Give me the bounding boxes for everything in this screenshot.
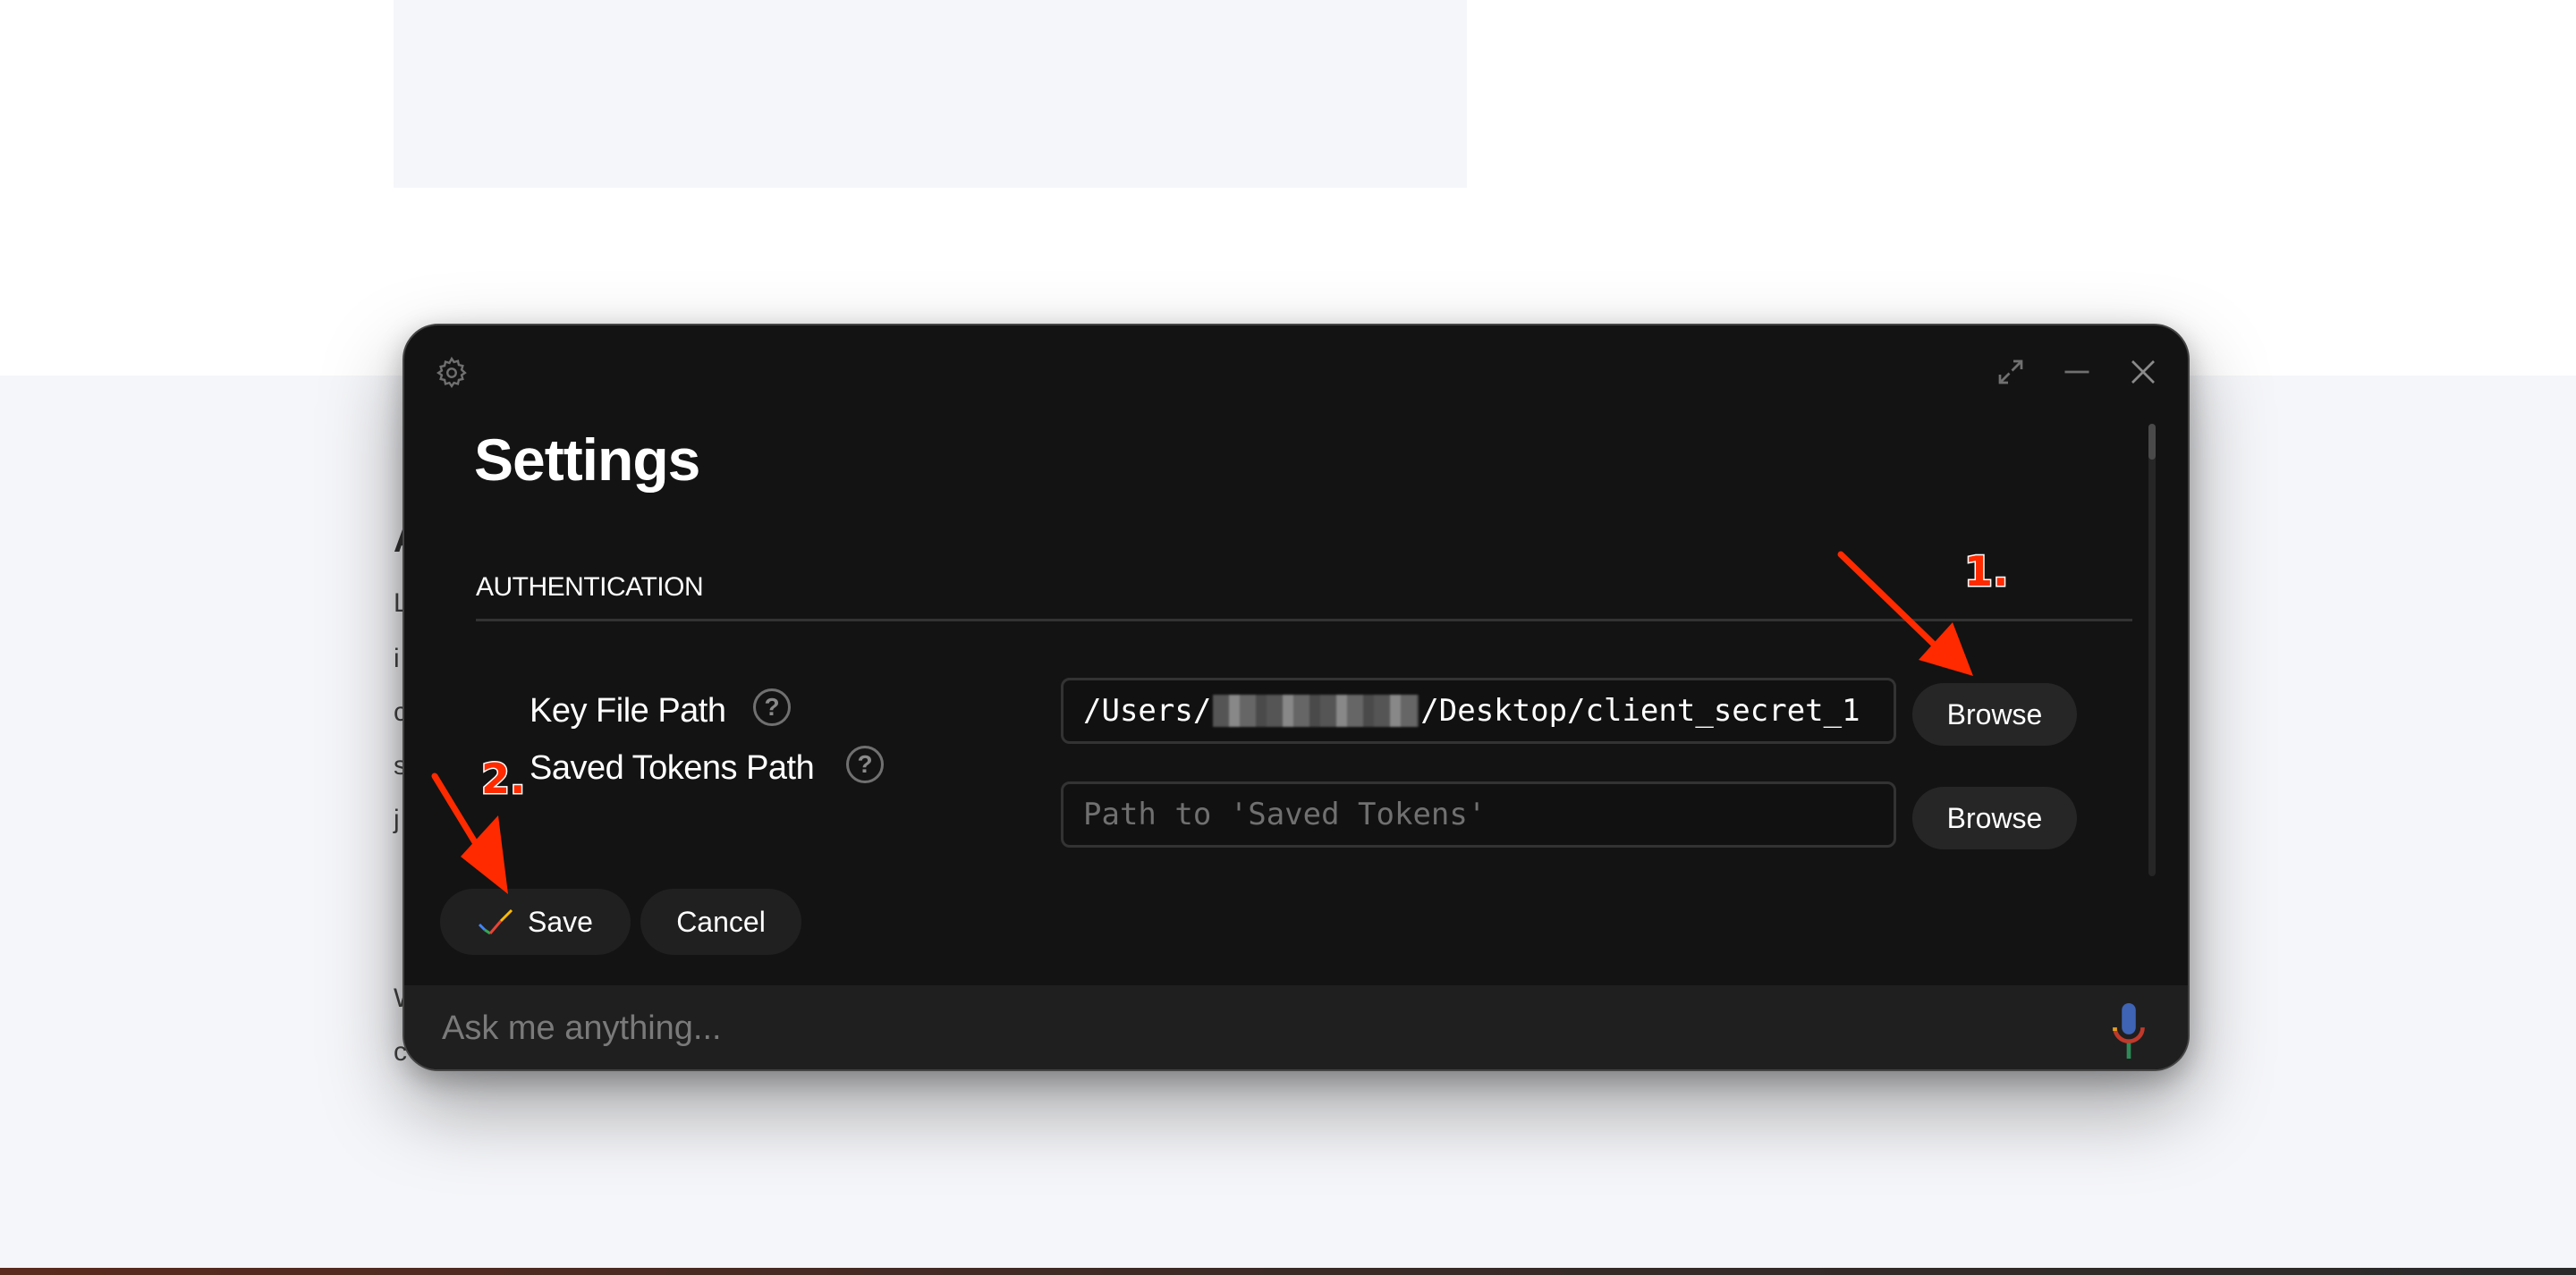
annotation-number-1: 1. [1962, 546, 2010, 597]
section-title: AUTHENTICATION [476, 572, 704, 602]
saved-tokens-placeholder: Path to 'Saved Tokens' [1083, 797, 1487, 832]
redacted-username [1213, 695, 1419, 727]
background-letter: j [394, 805, 400, 834]
scrollbar[interactable] [2148, 424, 2156, 876]
path-suffix: /Desktop/client_secret_1 [1420, 693, 1860, 729]
expand-icon[interactable] [1995, 356, 2027, 388]
key-file-path-input[interactable]: /Users/ /Desktop/client_secret_1 [1061, 678, 1896, 744]
saved-tokens-path-label: Saved Tokens Path [530, 749, 815, 787]
gear-icon[interactable] [435, 356, 469, 390]
save-label: Save [528, 905, 593, 938]
annotation-number-2: 2. [479, 754, 527, 805]
save-button[interactable]: Save [440, 889, 631, 955]
help-glyph: ? [764, 693, 780, 721]
saved-tokens-path-input[interactable]: Path to 'Saved Tokens' [1061, 781, 1896, 848]
microphone-icon[interactable] [2107, 1001, 2150, 1060]
path-prefix: /Users/ [1083, 693, 1212, 729]
scrollbar-thumb[interactable] [2148, 424, 2156, 460]
dialog-title: Settings [474, 426, 700, 493]
background-content-block [394, 0, 1467, 188]
key-file-path-label: Key File Path [530, 692, 726, 730]
cancel-button[interactable]: Cancel [640, 889, 801, 955]
close-icon[interactable] [2127, 356, 2159, 388]
minimize-icon[interactable] [2061, 356, 2093, 388]
help-icon[interactable]: ? [846, 746, 884, 783]
ask-bar [404, 985, 2188, 1069]
browse-key-file-button[interactable]: Browse [1912, 683, 2077, 746]
ask-input[interactable] [442, 1001, 2052, 1055]
checkmark-icon [478, 908, 513, 935]
background-letter: i [394, 644, 400, 673]
desktop-strip [0, 1268, 2576, 1275]
help-glyph: ? [857, 750, 873, 778]
help-icon[interactable]: ? [753, 688, 791, 726]
settings-dialog: Settings AUTHENTICATION Key File Path ? … [402, 324, 2190, 1071]
browse-saved-tokens-button[interactable]: Browse [1912, 787, 2077, 849]
section-divider [476, 619, 2132, 621]
